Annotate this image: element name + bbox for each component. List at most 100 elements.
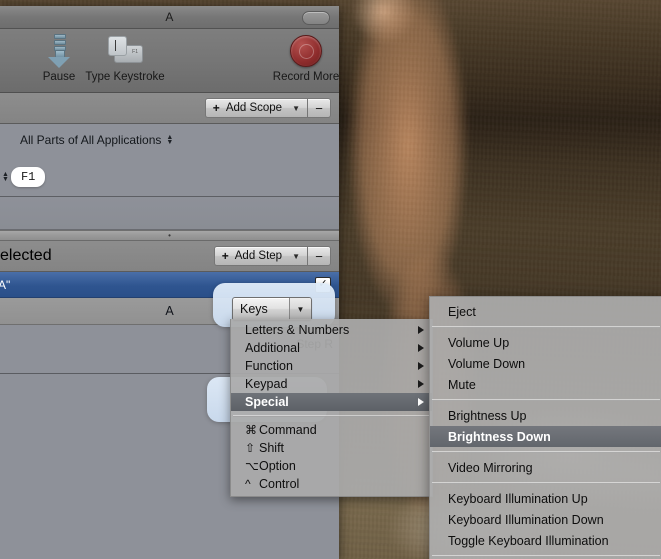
add-step-button[interactable]: + Add Step ▼ [213,246,307,266]
submenu-item-video-mirroring[interactable]: Video Mirroring [430,457,661,478]
panel-splitter[interactable]: • [0,230,339,241]
toolbar-toggle-button[interactable] [302,11,330,25]
submenu-separator [432,326,660,328]
main-toolbar: Pause F1 Type Keystroke Record More [0,29,339,93]
remove-step-button[interactable]: − [307,246,331,266]
menu-item-label: Letters & Numbers [245,323,350,337]
submenu-item-label: Eject [448,304,476,319]
step-value-text: A [165,304,174,318]
menu-item-label: Additional [245,341,300,355]
pause-step-arrow-icon [46,33,72,69]
step-segmented-controls: + Add Step ▼ − [213,246,331,266]
add-scope-label: Add Scope [225,102,283,114]
command-symbol-icon: ⌘ [245,423,257,437]
submenu-separator [432,555,660,557]
submenu-separator [432,482,660,484]
menu-item-shift[interactable]: ⇧ Shift [231,439,432,457]
key-stepper-down-icon: ▼ [2,176,9,183]
splitter-grip-icon: • [168,231,171,240]
submenu-arrow-icon [418,380,424,388]
menu-item-label: Option [259,459,296,473]
toolbar-button-type-keystroke[interactable]: F1 Type Keystroke [85,33,165,83]
submenu-arrow-icon [418,344,424,352]
remove-scope-button[interactable]: − [307,98,331,118]
special-submenu: Eject Volume Up Volume Down Mute Brightn… [429,296,661,559]
submenu-arrow-icon [418,326,424,334]
menu-item-additional[interactable]: Additional [231,339,432,357]
toolbar-button-record-more[interactable]: Record More [266,33,339,83]
submenu-item-brightness-up[interactable]: Brightness Up [430,405,661,426]
scope-segmented-controls: + Add Scope ▼ − [204,98,331,118]
scope-panel-filler [0,197,339,230]
add-step-label: Add Step [234,250,283,262]
step-row-label: A" [0,277,11,292]
submenu-item-label: Keyboard Illumination Down [448,512,604,527]
submenu-item-label: Volume Down [448,356,526,371]
submenu-arrow-icon [418,362,424,370]
keystroke-keyboard-icon: F1 [108,33,143,69]
submenu-item-keyboard-illumination-down[interactable]: Keyboard Illumination Down [430,509,661,530]
menu-item-keypad[interactable]: Keypad [231,375,432,393]
add-step-plus-icon: + [221,249,229,263]
submenu-separator [432,399,660,401]
keys-dropdown-menu: Letters & Numbers Additional Function Ke… [230,319,433,497]
toolbar-label-record-more: Record More [272,71,339,83]
submenu-item-keyboard-illumination-up[interactable]: Keyboard Illumination Up [430,488,661,509]
toolbar-label-type-keystroke: Type Keystroke [85,71,165,83]
scope-row-label: All Parts of All Applications [20,133,162,147]
toolbar-label-pause: Pause [42,71,76,83]
menu-item-control[interactable]: ^ Control [231,475,432,493]
control-symbol-icon: ^ [245,477,251,491]
submenu-item-label: Brightness Down [448,429,551,444]
scope-stepper-icon[interactable]: ▲ ▼ [166,134,174,146]
submenu-item-eject[interactable]: Eject [430,301,661,322]
menu-item-label: Command [259,423,317,437]
keys-popup-button-label: Keys [240,302,268,316]
stepper-down-icon: ▼ [166,139,174,146]
submenu-item-label: Volume Up [448,335,510,350]
submenu-item-label: Toggle Keyboard Illumination [448,533,609,548]
submenu-item-label: Keyboard Illumination Up [448,491,588,506]
window-titlebar[interactable]: A [0,6,339,29]
submenu-item-label: Video Mirroring [448,460,533,475]
keys-popup-button[interactable]: Keys ▼ [232,297,312,321]
key-chip-f1[interactable]: F1 [10,167,46,187]
menu-item-label: Keypad [245,377,288,391]
menu-item-label: Special [245,395,289,409]
menu-item-label: Shift [259,441,285,455]
menu-item-option[interactable]: ⌥ Option [231,457,432,475]
key-stepper-icon[interactable]: ▲ ▼ [2,171,9,183]
add-scope-button[interactable]: + Add Scope ▼ [204,98,307,118]
menu-item-label: Control [259,477,300,491]
scope-header-bar: + Add Scope ▼ − [0,93,339,124]
submenu-item-toggle-keyboard-illumination[interactable]: Toggle Keyboard Illumination [430,530,661,551]
menu-item-command[interactable]: ⌘ Command [231,421,432,439]
add-scope-plus-icon: + [212,101,220,115]
submenu-item-label: Mute [448,377,476,392]
menu-item-special[interactable]: Special [231,393,432,411]
menu-item-function[interactable]: Function [231,357,432,375]
scope-key-row: ▲ ▼ F1 [0,160,46,194]
record-circle-icon [290,33,322,69]
submenu-item-volume-up[interactable]: Volume Up [430,332,661,353]
submenu-separator [432,451,660,453]
step-header-label: elected [0,247,52,264]
step-header-bar: elected + Add Step ▼ − [0,241,339,272]
screen: A Pause F1 Type Keystroke Record More + … [0,0,661,559]
scope-list-panel: All Parts of All Applications ▲ ▼ ▲ ▼ F1 [0,124,339,197]
add-step-chevron-down-icon: ▼ [292,251,300,261]
window-title: A [165,10,174,24]
submenu-item-brightness-down[interactable]: Brightness Down [430,426,661,447]
keys-popup-chevron-down-icon: ▼ [289,298,311,320]
submenu-item-mute[interactable]: Mute [430,374,661,395]
submenu-item-label: Brightness Up [448,408,527,423]
scope-row-all-parts[interactable]: All Parts of All Applications ▲ ▼ [0,124,339,156]
submenu-arrow-icon [418,398,424,406]
menu-item-letters-numbers[interactable]: Letters & Numbers [231,321,432,339]
submenu-item-volume-down[interactable]: Volume Down [430,353,661,374]
chevron-down-icon: ▼ [292,103,300,113]
option-symbol-icon: ⌥ [245,459,259,473]
menu-separator [233,415,430,417]
menu-item-label: Function [245,359,293,373]
shift-symbol-icon: ⇧ [245,441,256,455]
